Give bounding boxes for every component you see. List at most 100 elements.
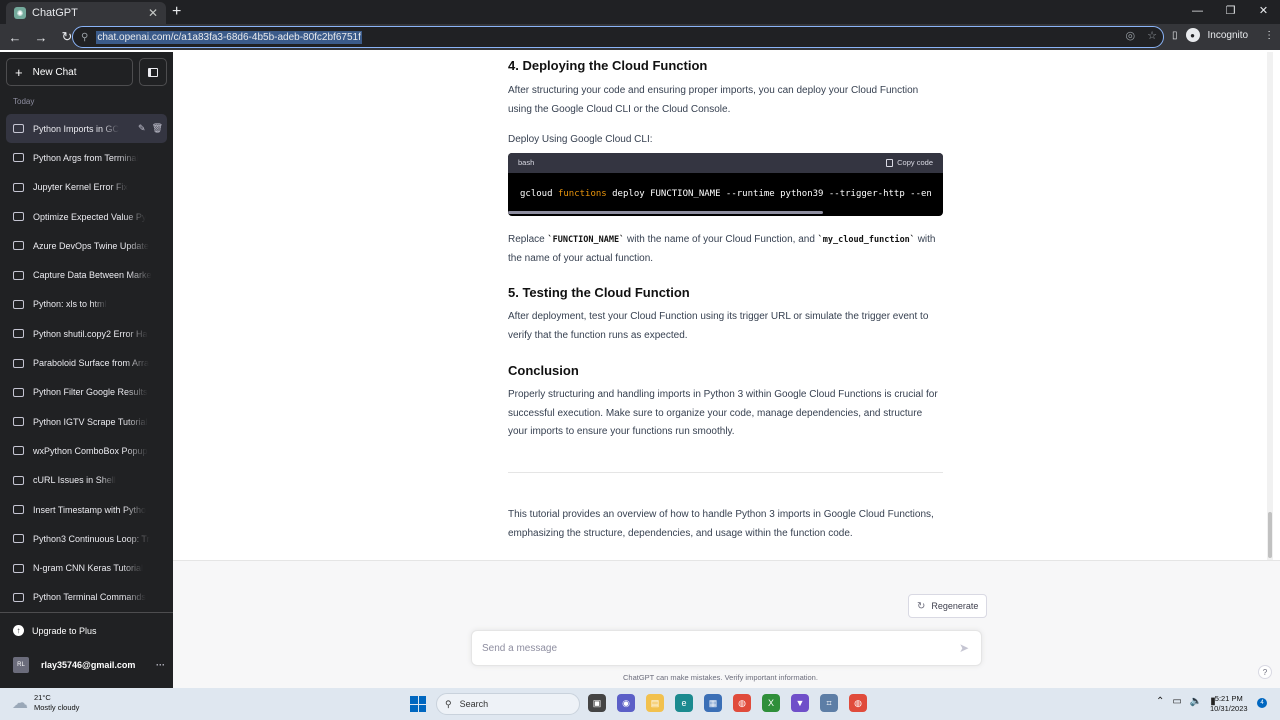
chat-bubble-icon (13, 358, 24, 368)
chrome-icon[interactable]: ◍ (733, 694, 751, 712)
chat-item[interactable]: Python3 Continuous Loop: Tr (6, 524, 167, 553)
chat-bubble-icon (13, 241, 24, 251)
help-button[interactable]: ? (1258, 665, 1272, 679)
paragraph-deploy-cli: Deploy Using Google Cloud CLI: (508, 134, 653, 145)
excel-icon[interactable]: X (762, 694, 780, 712)
taskbar-clock[interactable]: 5:21 PM 10/31/2023 (1210, 694, 1248, 714)
chat-bubble-icon (13, 329, 24, 339)
chat-item[interactable]: Python Args from Terminal (6, 143, 167, 172)
chat-item[interactable]: cURL Issues in Shell (6, 466, 167, 495)
teams-chat-icon[interactable]: ◉ (617, 694, 635, 712)
task-view-icon[interactable]: ▣ (588, 694, 606, 712)
edge-icon[interactable]: e (675, 694, 693, 712)
upgrade-to-plus-button[interactable]: ↑ Upgrade to Plus (13, 625, 97, 636)
user-menu-button[interactable]: RL rlay35746@gmail.com ··· (13, 657, 165, 673)
chrome-active-icon[interactable]: ◍ (849, 694, 867, 712)
chat-title: Python Terminal Commands (33, 592, 146, 603)
new-chat-button[interactable]: + New Chat (6, 58, 133, 86)
scroll-thumb[interactable] (1268, 512, 1272, 558)
chat-title: Azure DevOps Twine Update (33, 240, 149, 251)
side-panel-icon[interactable]: ▯ (1172, 30, 1178, 41)
chat-item[interactable]: Python: xls to html (6, 290, 167, 319)
incognito-icon[interactable]: ● (1185, 28, 1200, 42)
search-label: Search (459, 699, 489, 709)
paragraph-replace: Replace `FUNCTION_NAME` with the name of… (508, 231, 943, 268)
close-tab-icon[interactable]: ✕ (148, 6, 158, 20)
tray-expand-icon[interactable]: ⌃ (1156, 696, 1164, 707)
taskbar-search[interactable]: ⚲ Search (436, 693, 580, 715)
copy-code-button[interactable]: Copy code (886, 154, 933, 173)
file-explorer-icon[interactable]: ▤ (646, 694, 664, 712)
chatgpt-favicon-icon: ✺ (14, 7, 26, 19)
chat-title: Paraboloid Surface from Arra (33, 358, 150, 369)
chat-bubble-icon (13, 505, 24, 514)
chat-title: Insert Timestamp with Pytho (33, 504, 147, 515)
chat-title: Python IGTV Scrape Tutorial (33, 416, 148, 427)
forward-icon[interactable]: → (30, 30, 52, 45)
search-icon: ⚲ (445, 698, 452, 709)
back-icon[interactable]: ← (4, 30, 26, 45)
store-icon[interactable]: ▦ (704, 694, 722, 712)
chat-item[interactable]: Insert Timestamp with Pytho (6, 495, 167, 524)
page-scrollbar[interactable] (1267, 52, 1273, 560)
vpn-icon[interactable]: ▼ (791, 694, 809, 712)
message-box[interactable]: ➤ (471, 630, 982, 666)
network-icon[interactable]: ▭ (1172, 696, 1181, 707)
close-sidebar-button[interactable] (139, 58, 167, 86)
section-label-today: Today (13, 97, 35, 106)
windows-start-icon[interactable] (410, 696, 426, 712)
chat-bubble-icon (13, 270, 24, 280)
minimize-icon[interactable]: — (1181, 0, 1214, 24)
chat-title: wxPython ComboBox Popup (33, 445, 148, 456)
chat-bubble-icon (13, 299, 24, 309)
chat-bubble-icon (13, 153, 24, 163)
new-tab-icon[interactable]: + (172, 3, 181, 21)
clipboard-icon (886, 159, 894, 167)
chat-item[interactable]: Python shutil.copy2 Error Ha (6, 319, 167, 348)
delete-icon[interactable]: 🗑 (152, 123, 163, 134)
paragraph-deploy: After structuring your code and ensuring… (508, 85, 919, 115)
network-app-icon[interactable]: ⌗ (820, 694, 838, 712)
heading-testing: 5. Testing the Cloud Function (508, 285, 690, 300)
weather-widget[interactable]: ☁ 21°C Mostly cloudy (12, 693, 79, 713)
volume-icon[interactable]: 🔈 (1190, 696, 1202, 707)
pinned-apps: ▣ ◉ ▤ e ▦ ◍ X ▼ ⌗ ◍ (588, 694, 867, 712)
regenerate-label: Regenerate (931, 601, 979, 611)
chat-item[interactable]: wxPython ComboBox Popup (6, 436, 167, 465)
upgrade-label: Upgrade to Plus (32, 625, 97, 636)
paragraph-summary: This tutorial provides an overview of ho… (508, 509, 934, 539)
regenerate-button[interactable]: ↻ Regenerate (908, 594, 988, 618)
chat-item[interactable]: Capture Data Between Marke (6, 260, 167, 289)
browser-tab[interactable]: ✺ ChatGPT ✕ (6, 2, 166, 24)
code-horizontal-scrollbar[interactable] (508, 211, 823, 214)
window-controls: — ❐ ✕ (1181, 0, 1280, 24)
code-header: bash Copy code (508, 153, 943, 173)
address-bar[interactable]: ⚲ chat.openai.com/c/a1a83fa3-68d6-4b5b-a… (72, 26, 1164, 48)
url-text[interactable]: chat.openai.com/c/a1a83fa3-68d6-4b5b-ade… (96, 30, 362, 44)
chat-item[interactable]: Python Terminal Commands (6, 583, 167, 612)
restore-icon[interactable]: ❐ (1214, 0, 1247, 24)
message-input[interactable] (482, 642, 942, 654)
incognito-eye-icon[interactable]: ◎ (1126, 29, 1136, 42)
chat-item[interactable]: Optimize Expected Value Py (6, 202, 167, 231)
chat-title: Jupyter Kernel Error Fix (33, 182, 129, 193)
incognito-label[interactable]: Incognito (1208, 30, 1249, 41)
bookmark-star-icon[interactable]: ☆ (1147, 29, 1157, 42)
code-keyword: functions (557, 189, 607, 199)
send-icon[interactable]: ➤ (959, 641, 969, 655)
chat-item[interactable]: Paraboloid Surface from Arra (6, 348, 167, 377)
site-info-icon[interactable]: ⚲ (81, 32, 88, 43)
notification-badge[interactable]: 4 (1257, 698, 1267, 708)
close-window-icon[interactable]: ✕ (1247, 0, 1280, 24)
edit-icon[interactable]: ✎ (138, 123, 146, 134)
chat-item[interactable]: N-gram CNN Keras Tutorial (6, 553, 167, 582)
chat-item[interactable]: Python Filter Google Results (6, 378, 167, 407)
chat-item[interactable]: Python IGTV Scrape Tutorial (6, 407, 167, 436)
chat-item[interactable]: Python Imports in GC ✎ 🗑 (6, 114, 167, 144)
chat-item[interactable]: Jupyter Kernel Error Fix (6, 173, 167, 202)
browser-menu-icon[interactable]: ⋮ (1264, 30, 1274, 41)
divider (508, 472, 943, 473)
more-options-icon[interactable]: ··· (156, 660, 165, 670)
browser-tab-bar: ✺ ChatGPT ✕ + — ❐ ✕ (0, 0, 1280, 24)
chat-item[interactable]: Azure DevOps Twine Update (6, 231, 167, 260)
